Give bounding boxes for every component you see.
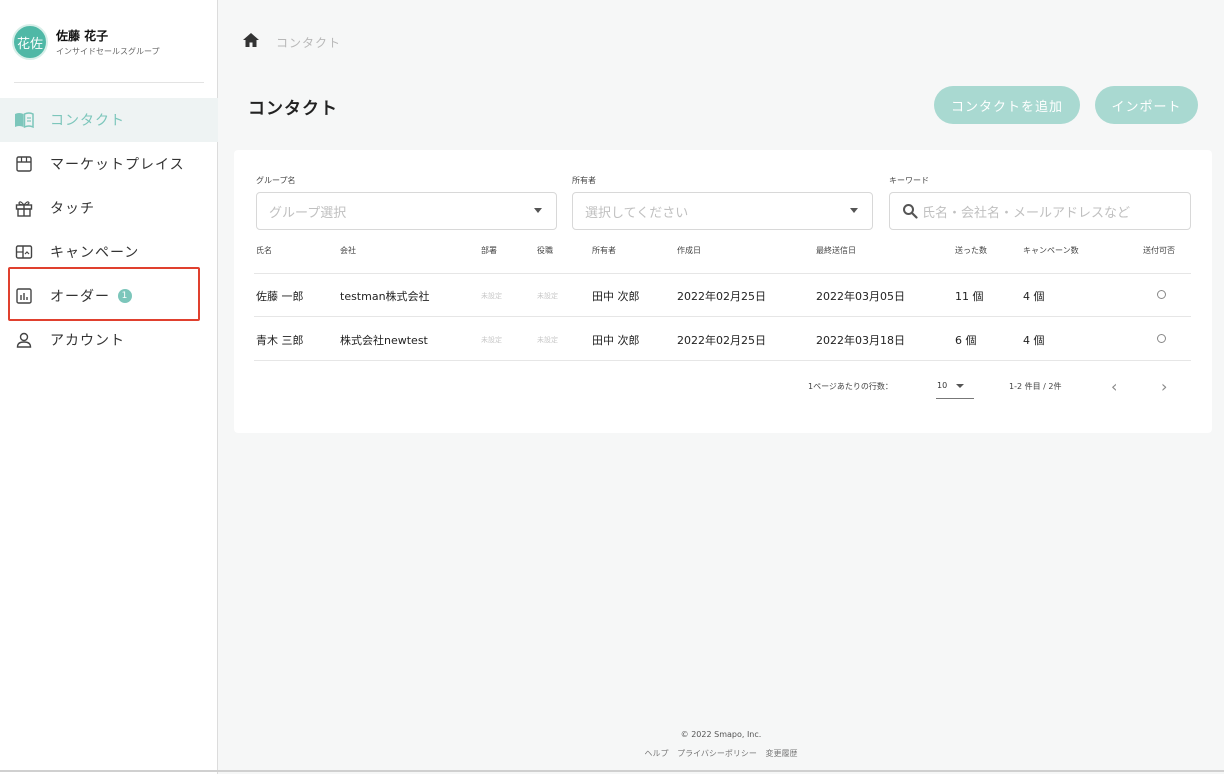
- sidebar-item-order[interactable]: オーダー 1: [0, 274, 218, 318]
- owner-select[interactable]: 選択してください: [572, 192, 873, 230]
- campaign-icon: [14, 242, 34, 262]
- sidebar-item-label: キャンペーン: [50, 245, 140, 261]
- table-divider: [254, 316, 1191, 317]
- cell-department: 未設定: [481, 336, 502, 344]
- footer-link-privacy[interactable]: プライバシーポリシー: [677, 749, 757, 758]
- table-divider: [254, 360, 1191, 361]
- cell-company: testman株式会社: [340, 290, 430, 303]
- cell-department: 未設定: [481, 292, 502, 300]
- sidebar-nav: コンタクト マーケットプレイス タッチ キャンペーン オーダー 1 アカウント: [0, 98, 218, 362]
- chevron-down-icon: [956, 384, 964, 388]
- col-header-sendable[interactable]: 送付可否: [1143, 245, 1175, 256]
- user-profile[interactable]: 花佐 佐藤 花子 インサイドセールスグループ: [12, 24, 160, 60]
- cell-sent-count: 6 個: [955, 334, 977, 347]
- sidebar-item-campaign[interactable]: キャンペーン: [0, 230, 218, 274]
- cell-owner: 田中 次郎: [592, 290, 640, 303]
- col-header-department[interactable]: 部署: [481, 245, 497, 256]
- sendable-indicator: [1157, 334, 1166, 343]
- col-header-created[interactable]: 作成日: [677, 245, 701, 256]
- gift-icon: [14, 198, 34, 218]
- chevron-down-icon: [534, 208, 542, 213]
- sidebar-item-label: アカウント: [50, 333, 125, 349]
- cell-last-sent: 2022年03月18日: [816, 334, 905, 347]
- group-filter-label: グループ名: [256, 176, 296, 185]
- cell-company: 株式会社newtest: [340, 334, 428, 347]
- col-header-last-sent[interactable]: 最終送信日: [816, 245, 856, 256]
- cell-name: 青木 三郎: [256, 334, 304, 347]
- cell-sent-count: 11 個: [955, 290, 984, 303]
- sidebar-item-label: タッチ: [50, 201, 95, 217]
- rows-per-page-label: 1ページあたりの行数：: [808, 382, 893, 391]
- breadcrumb: コンタクト: [242, 32, 341, 52]
- bottom-border: [0, 770, 1224, 772]
- sidebar-item-contact[interactable]: コンタクト: [0, 98, 218, 142]
- person-icon: [14, 330, 34, 350]
- next-page-button[interactable]: ›: [1161, 377, 1167, 396]
- import-button[interactable]: インポート: [1095, 86, 1198, 124]
- table-divider: [254, 273, 1191, 274]
- group-select[interactable]: グループ選択: [256, 192, 557, 230]
- cell-created: 2022年02月25日: [677, 334, 766, 347]
- home-icon[interactable]: [242, 32, 260, 52]
- cell-position: 未設定: [537, 336, 558, 344]
- sidebar-item-touch[interactable]: タッチ: [0, 186, 218, 230]
- prev-page-button[interactable]: ‹: [1111, 377, 1117, 396]
- chevron-down-icon: [850, 208, 858, 213]
- sidebar-item-label: マーケットプレイス: [50, 157, 185, 173]
- pagination-range: 1-2 件目 / 2件: [1009, 382, 1062, 391]
- col-header-campaign-count[interactable]: キャンペーン数: [1023, 245, 1079, 256]
- owner-filter-label: 所有者: [572, 176, 596, 185]
- sidebar-item-marketplace[interactable]: マーケットプレイス: [0, 142, 218, 186]
- cell-name: 佐藤 一郎: [256, 290, 304, 303]
- sendable-indicator: [1157, 290, 1166, 299]
- store-icon: [14, 154, 34, 174]
- sidebar: 花佐 佐藤 花子 インサイドセールスグループ コンタクト マーケットプレイス タ…: [0, 0, 218, 774]
- col-header-name[interactable]: 氏名: [256, 245, 272, 256]
- cell-position: 未設定: [537, 292, 558, 300]
- add-contact-button[interactable]: コンタクトを追加: [934, 86, 1080, 124]
- sidebar-item-label: オーダー: [50, 289, 110, 305]
- page-title: コンタクト: [248, 99, 338, 119]
- cell-campaign-count: 4 個: [1023, 290, 1045, 303]
- sidebar-item-label: コンタクト: [50, 113, 125, 129]
- col-header-sent-count[interactable]: 送った数: [955, 245, 987, 256]
- user-name: 佐藤 花子: [56, 29, 109, 43]
- keyword-search-input[interactable]: 氏名・会社名・メールアドレスなど: [889, 192, 1191, 230]
- footer-copyright: © 2022 Smapo, Inc.: [680, 730, 762, 739]
- rows-per-page-select[interactable]: 10: [936, 379, 974, 399]
- cell-owner: 田中 次郎: [592, 334, 640, 347]
- chart-icon: [14, 286, 34, 306]
- sidebar-divider: [14, 82, 204, 83]
- footer-link-help[interactable]: ヘルプ: [645, 749, 669, 758]
- footer-links: ヘルプ プライバシーポリシー 変更履歴: [218, 748, 1224, 759]
- cell-campaign-count: 4 個: [1023, 334, 1045, 347]
- col-header-company[interactable]: 会社: [340, 245, 356, 256]
- footer-link-changelog[interactable]: 変更履歴: [765, 749, 797, 758]
- cell-created: 2022年02月25日: [677, 290, 766, 303]
- sidebar-item-account[interactable]: アカウント: [0, 318, 218, 362]
- order-count-badge: 1: [118, 289, 132, 303]
- book-icon: [14, 110, 34, 130]
- col-header-owner[interactable]: 所有者: [592, 245, 616, 256]
- keyword-filter-label: キーワード: [889, 176, 929, 185]
- search-icon: [902, 203, 918, 219]
- col-header-position[interactable]: 役職: [537, 245, 553, 256]
- avatar: 花佐: [12, 24, 48, 60]
- user-group: インサイドセールスグループ: [56, 47, 160, 56]
- cell-last-sent: 2022年03月05日: [816, 290, 905, 303]
- breadcrumb-current: コンタクト: [276, 35, 342, 50]
